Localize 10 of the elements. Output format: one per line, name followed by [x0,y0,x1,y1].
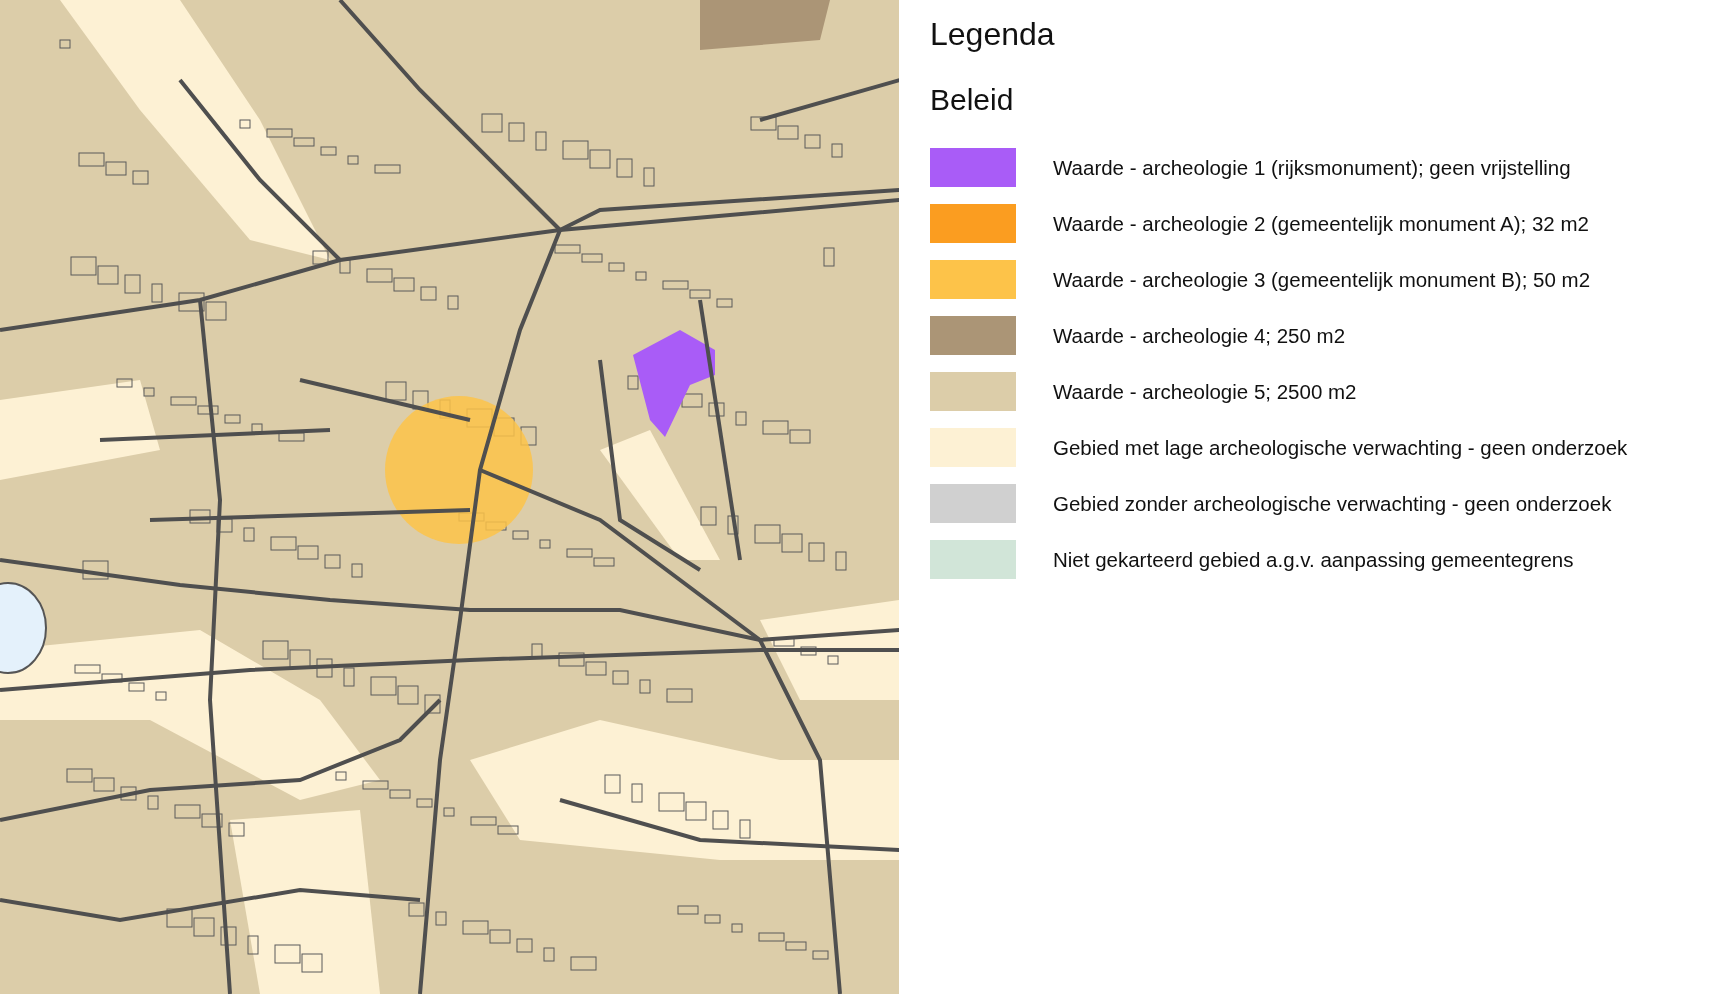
legend-label: Waarde - archeologie 3 (gemeentelijk monument B); 50 m2 [1053,267,1591,292]
legend-label: Waarde - archeologie 2 (gemeentelijk monument A); 32 m2 [1053,211,1589,236]
legend-label: Gebied met lage archeologische verwachting - geen onderzoek [1053,435,1628,460]
legend-label: Niet gekarteerd gebied a.g.v. aanpassing gemeentegrens [1053,547,1574,572]
legend-label: Waarde - archeologie 1 (rijksmonument); geen vrijstelling [1053,155,1571,180]
legend-label: Waarde - archeologie 5; 2500 m2 [1053,379,1357,404]
section-heading: Beleid [930,82,1015,118]
legend-label: Gebied zonder archeologische verwachting - geen onderzoek [1053,491,1612,516]
legend-title: Legenda [930,15,1056,54]
legend-label: Waarde - archeologie 4; 250 m2 [1053,323,1346,348]
